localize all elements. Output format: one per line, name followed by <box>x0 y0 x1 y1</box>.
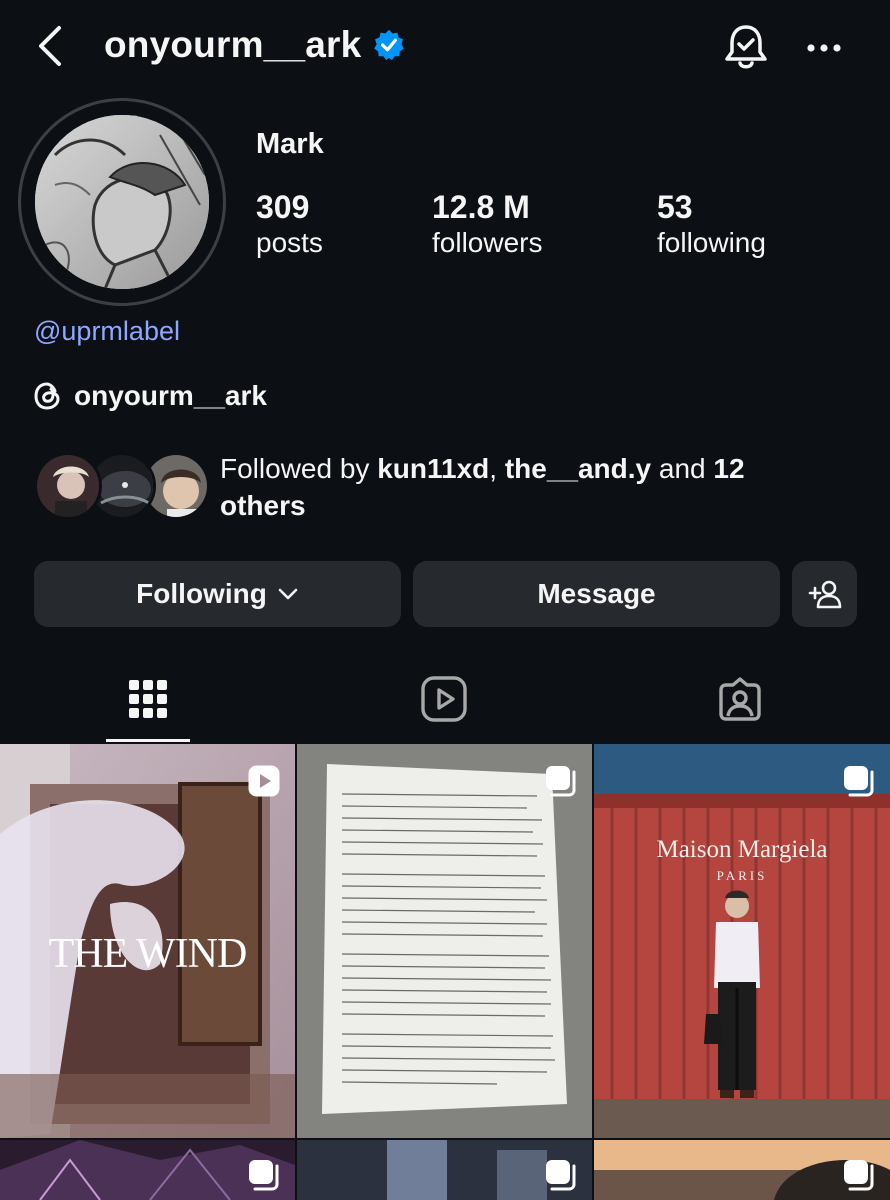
profile-avatar[interactable] <box>35 115 209 289</box>
carousel-icon <box>844 766 874 797</box>
username-header: onyourm__ark <box>104 24 405 66</box>
followed-by-text[interactable]: Followed by kun11xd, the__and.y and 12 ot… <box>220 450 860 524</box>
posts-stat[interactable]: 309 posts <box>256 188 323 260</box>
following-count: 53 <box>657 189 693 225</box>
top-bar: onyourm__ark <box>0 0 890 92</box>
threads-handle: onyourm__ark <box>74 380 267 411</box>
post-image-3 <box>594 744 890 1138</box>
add-user-icon <box>808 580 841 609</box>
followers-count: 12.8 M <box>432 189 530 225</box>
mutual-others-count: 12 <box>713 453 745 484</box>
profile-avatar-ring <box>18 98 226 306</box>
tab-tagged[interactable] <box>592 655 888 743</box>
avatar-illustration <box>35 115 209 289</box>
mutual-others-suffix: others <box>220 490 306 521</box>
carousel-icon <box>546 1160 576 1191</box>
tab-reels[interactable] <box>296 655 592 743</box>
more-horizontal-icon <box>807 44 841 52</box>
tagged-icon <box>719 677 761 721</box>
tab-posts-grid[interactable] <box>0 655 296 743</box>
verified-badge-icon <box>374 29 405 61</box>
chevron-left-icon <box>39 26 61 66</box>
reels-icon <box>421 676 467 722</box>
carousel-icon <box>844 1160 874 1191</box>
profile-username: onyourm__ark <box>104 24 362 65</box>
back-button[interactable] <box>30 22 70 70</box>
followers-label: followers <box>432 227 543 258</box>
following-stat[interactable]: 53 following <box>657 188 766 260</box>
profile-tabs <box>0 655 890 743</box>
post-tile-2[interactable] <box>297 744 592 1138</box>
followed-by-middle: and <box>651 453 714 484</box>
display-name: Mark <box>256 128 324 160</box>
post-brand-text: Maison Margiela <box>656 836 828 863</box>
post-tile-5[interactable] <box>297 1140 592 1200</box>
posts-label: posts <box>256 227 323 258</box>
threads-badge[interactable]: onyourm__ark <box>34 380 267 412</box>
message-button[interactable]: Message <box>413 561 780 627</box>
threads-icon <box>34 382 60 410</box>
post-tile-4[interactable] <box>0 1140 295 1200</box>
more-options-button[interactable] <box>802 26 846 70</box>
chevron-down-icon <box>278 588 298 600</box>
grid-icon <box>129 680 167 718</box>
mutual-avatar-1 <box>34 452 102 520</box>
bell-check-icon <box>725 25 767 69</box>
post-tile-6[interactable] <box>594 1140 890 1200</box>
post-title-text: THE WIND <box>48 931 248 977</box>
followed-by-separator: , <box>489 453 505 484</box>
following-button-label: Following <box>136 578 267 609</box>
following-button[interactable]: Following <box>34 561 401 627</box>
reel-icon <box>248 765 280 797</box>
bio-link[interactable]: @uprmlabel <box>34 316 180 347</box>
posts-count: 309 <box>256 189 310 225</box>
followed-by-prefix: Followed by <box>220 453 378 484</box>
post-tile-3[interactable]: Maison Margiela PARIS <box>594 744 890 1138</box>
post-image-2 <box>297 744 592 1138</box>
carousel-icon <box>249 1160 279 1191</box>
post-city-text: PARIS <box>716 868 768 883</box>
posts-grid: THE WIND Maison Margiela PARIS <box>0 744 890 1200</box>
post-tile-1[interactable]: THE WIND <box>0 744 295 1138</box>
followers-stat[interactable]: 12.8 M followers <box>432 188 542 260</box>
mutual-user-1: kun11xd <box>377 453 490 484</box>
suggest-users-button[interactable] <box>792 561 857 627</box>
mutual-user-2: the__and.y <box>504 453 652 484</box>
mutual-followers-avatars[interactable] <box>34 452 210 522</box>
message-button-label: Message <box>537 578 656 609</box>
following-label: following <box>657 227 766 258</box>
carousel-icon <box>546 766 576 797</box>
notifications-button[interactable] <box>722 22 770 72</box>
active-tab-indicator <box>106 739 190 742</box>
